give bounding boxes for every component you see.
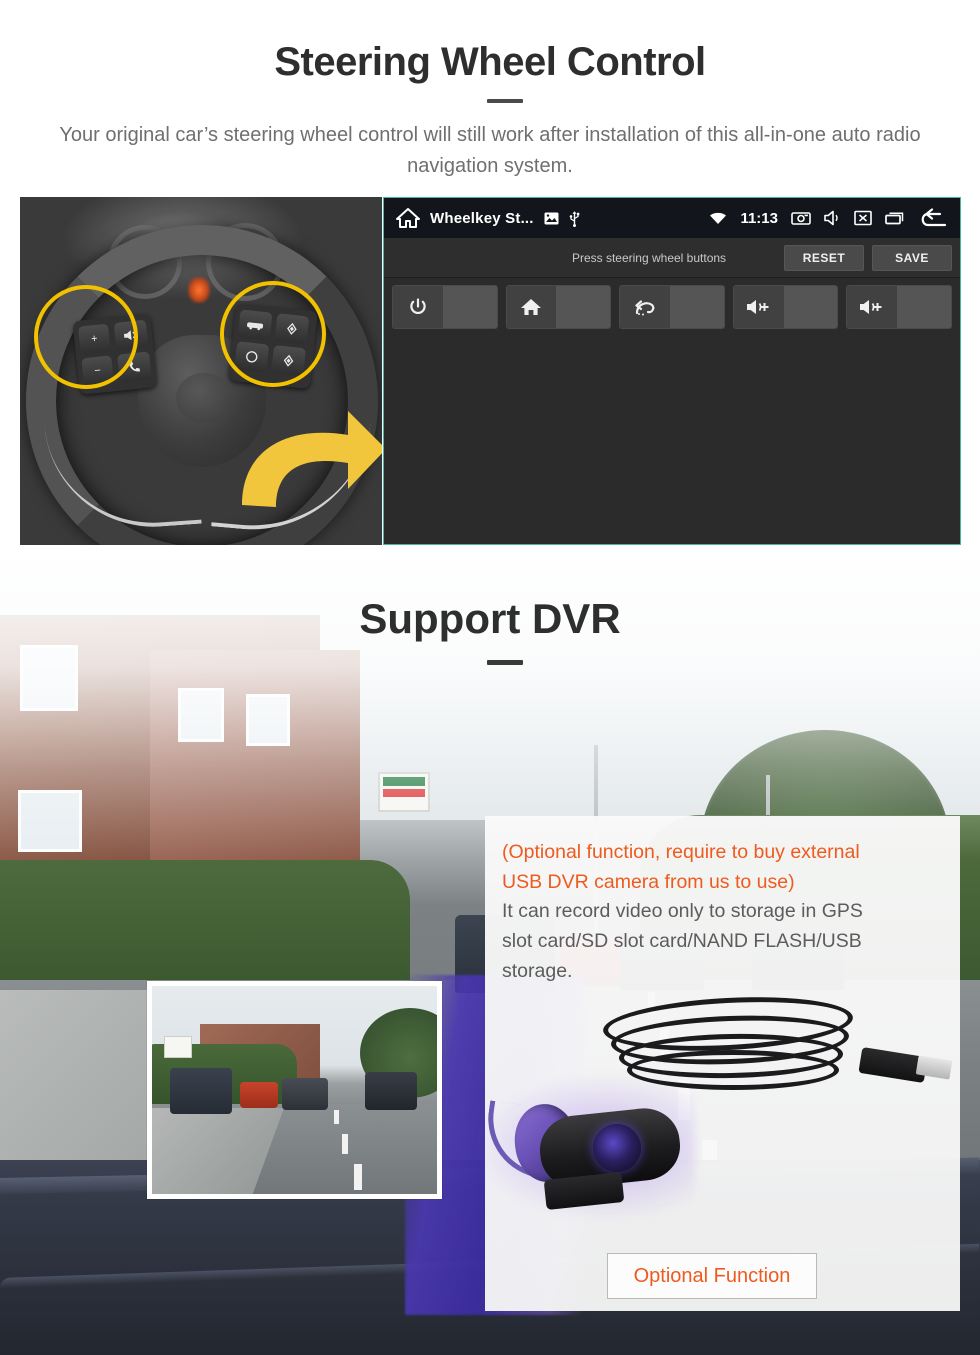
optional-note-line1: (Optional function, require to buy exter…	[502, 841, 860, 863]
instruction-text: Press steering wheel buttons	[571, 250, 727, 265]
image-icon	[544, 212, 559, 225]
cable-loop	[627, 1050, 839, 1090]
camera-icon[interactable]	[791, 210, 811, 226]
home-icon[interactable]	[396, 207, 420, 229]
thumb-vehicle	[365, 1072, 417, 1110]
save-button[interactable]: SAVE	[872, 244, 952, 271]
title-divider	[487, 99, 523, 103]
power-icon	[393, 286, 443, 328]
key-mapping-home[interactable]	[505, 285, 612, 329]
screen-off-icon[interactable]	[854, 210, 872, 226]
page-root: Steering Wheel Control Your original car…	[0, 0, 980, 1355]
key-value	[783, 286, 838, 328]
key-mapping-power[interactable]	[392, 285, 498, 329]
camera-lens	[593, 1124, 641, 1172]
key-value	[442, 286, 497, 328]
yellow-arrow-icon	[242, 411, 382, 507]
storage-note-line2: slot card/SD slot card/NAND FLASH/USB	[502, 929, 862, 952]
thumb-for-sale-sign	[164, 1036, 192, 1058]
thumb-lane-marking	[334, 1110, 339, 1124]
airbag-cover	[176, 373, 232, 423]
home-icon	[506, 286, 557, 328]
wheelkey-mapping-row	[384, 279, 960, 335]
thumb-vehicle	[240, 1082, 278, 1108]
wheelkey-action-bar: Press steering wheel buttons RESET SAVE	[384, 238, 960, 278]
key-mapping-volume-up-2[interactable]	[846, 285, 952, 329]
highlight-circle-left	[34, 285, 138, 389]
thumb-vehicle	[170, 1068, 232, 1114]
recents-icon[interactable]	[885, 211, 905, 225]
status-bar-right: 11:13	[709, 208, 948, 228]
speaker-mute-icon[interactable]	[824, 210, 841, 226]
back-icon	[620, 286, 670, 328]
thumb-lane-marking	[342, 1134, 348, 1154]
head-unit-screen: Wheelkey St... 11:13 Press steering whee…	[383, 197, 961, 545]
optional-note-line2: USB DVR camera from us to use)	[502, 870, 795, 893]
wifi-icon	[709, 211, 727, 225]
screen-content-area	[384, 335, 960, 544]
volume-up-icon	[847, 286, 898, 328]
thumb-vehicle	[282, 1078, 328, 1110]
optional-function-button[interactable]: Optional Function	[607, 1253, 817, 1299]
highlight-circle-right	[220, 281, 326, 387]
steering-wheel-photo: + −	[20, 197, 382, 545]
section-steering-wheel-control: Steering Wheel Control Your original car…	[0, 0, 980, 560]
section-title: Support DVR	[359, 595, 621, 642]
key-value	[556, 286, 611, 328]
reset-button[interactable]: RESET	[784, 244, 864, 271]
key-value	[897, 286, 951, 328]
title-divider	[487, 660, 523, 665]
usb-icon	[569, 210, 580, 227]
usb-dvr-camera-image	[475, 976, 960, 1246]
dvr-preview-thumbnail	[147, 981, 442, 1199]
storage-note-line1: It can record video only to storage in G…	[502, 900, 863, 923]
key-mapping-volume-up-1[interactable]	[732, 285, 839, 329]
volume-up-icon	[733, 286, 784, 328]
key-mapping-back[interactable]	[619, 285, 725, 329]
android-status-bar: Wheelkey St... 11:13	[384, 198, 960, 238]
app-title: Wheelkey St...	[430, 209, 534, 227]
clock: 11:13	[740, 209, 778, 227]
dvr-info-panel: (Optional function, require to buy exter…	[475, 816, 960, 1311]
back-icon[interactable]	[918, 208, 948, 228]
status-bar-left: Wheelkey St...	[396, 207, 580, 229]
dvr-info-text: (Optional function, require to buy exter…	[502, 838, 947, 986]
key-value	[669, 286, 724, 328]
page-subtitle: Your original car’s steering wheel contr…	[59, 124, 921, 177]
page-title: Steering Wheel Control	[274, 40, 706, 84]
thumb-lane-marking	[354, 1164, 362, 1190]
